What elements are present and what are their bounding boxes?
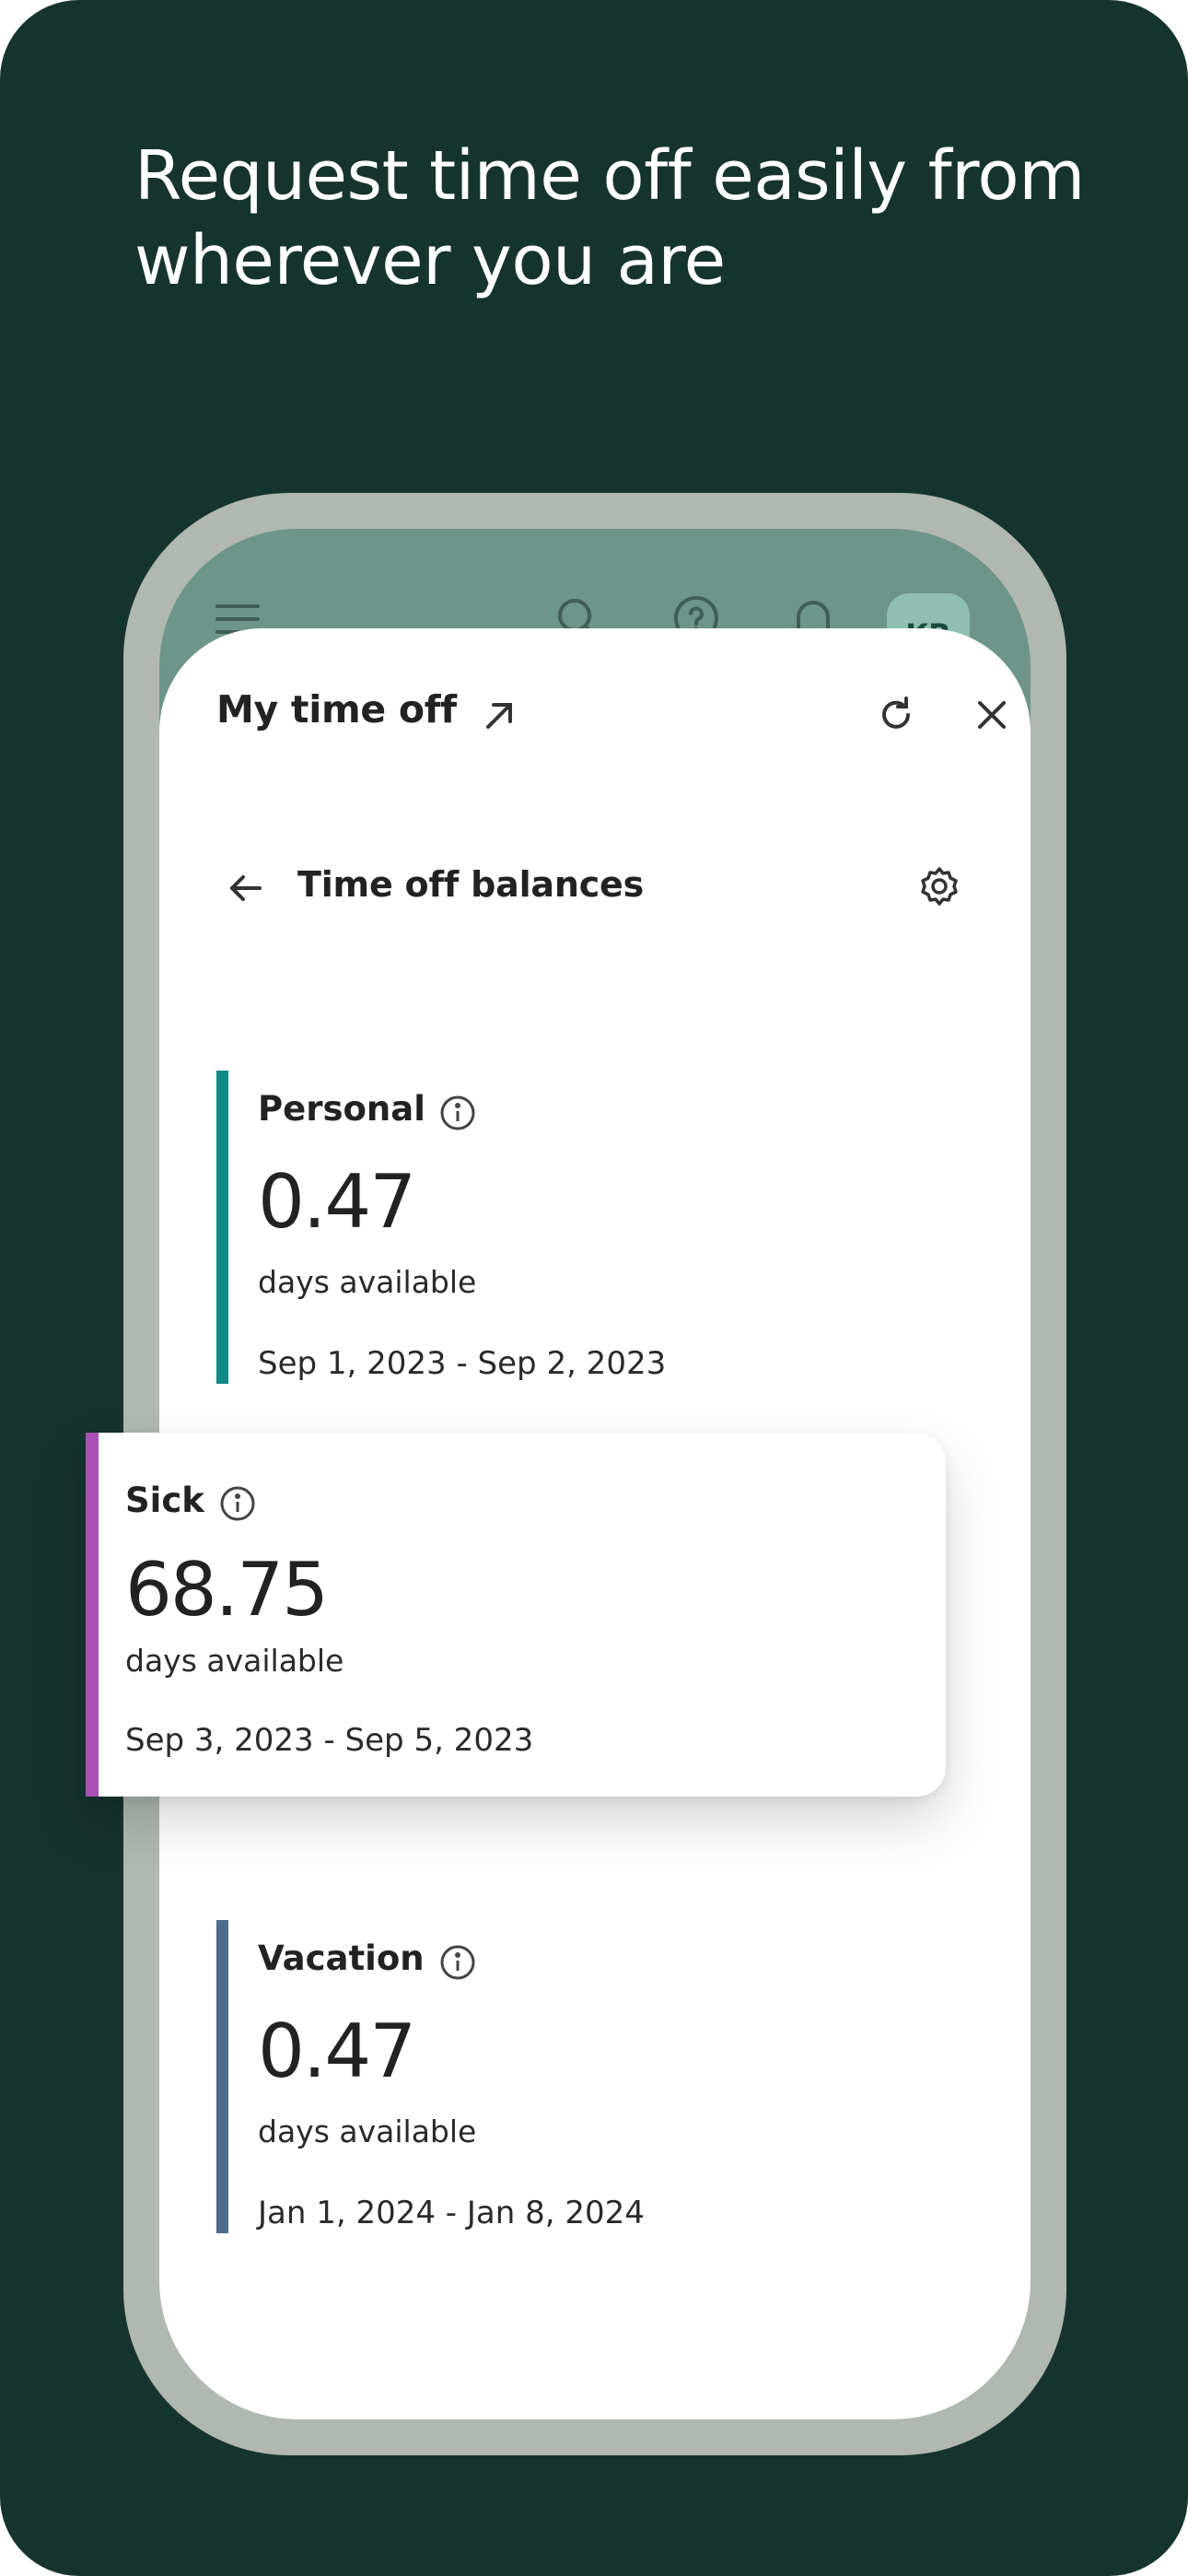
- accent-bar: [216, 1071, 228, 1384]
- accent-bar: [216, 1920, 228, 2233]
- balance-label: days available: [125, 1643, 344, 1679]
- balance-range: Sep 3, 2023 - Sep 5, 2023: [125, 1722, 534, 1759]
- promo-panel: Request time off easily from wherever yo…: [0, 0, 1188, 2576]
- gear-icon[interactable]: [910, 857, 969, 916]
- balance-value: 68.75: [125, 1547, 329, 1633]
- balances-title: Time off balances: [297, 864, 645, 905]
- balance-card-personal[interactable]: Personal 0.47 days available Sep 1, 2023…: [216, 1071, 916, 1384]
- balance-label: days available: [258, 1264, 477, 1300]
- balance-range: Sep 1, 2023 - Sep 2, 2023: [258, 1345, 667, 1382]
- refresh-icon[interactable]: [867, 685, 926, 744]
- headline: Request time off easily from wherever yo…: [134, 136, 1085, 300]
- balance-name: Vacation: [258, 1938, 425, 1978]
- back-arrow-icon[interactable]: [216, 859, 275, 918]
- close-icon[interactable]: [962, 685, 1021, 744]
- open-external-icon[interactable]: [471, 685, 530, 744]
- balance-card-vacation[interactable]: Vacation 0.47 days available Jan 1, 2024…: [216, 1920, 916, 2233]
- info-icon[interactable]: [437, 1942, 478, 1983]
- balance-label: days available: [258, 2113, 477, 2149]
- info-icon[interactable]: [437, 1093, 478, 1133]
- balance-name: Sick: [125, 1481, 204, 1520]
- balance-card-sick[interactable]: Sick 68.75 days available Sep 3, 2023 - …: [86, 1433, 946, 1797]
- accent-bar: [86, 1433, 99, 1797]
- balance-value: 0.47: [258, 1159, 416, 1245]
- balance-range: Jan 1, 2024 - Jan 8, 2024: [258, 2195, 645, 2231]
- balance-name: Personal: [258, 1089, 425, 1129]
- info-icon[interactable]: [217, 1483, 258, 1524]
- balance-value: 0.47: [258, 2008, 416, 2094]
- sheet-title: My time off: [216, 687, 457, 732]
